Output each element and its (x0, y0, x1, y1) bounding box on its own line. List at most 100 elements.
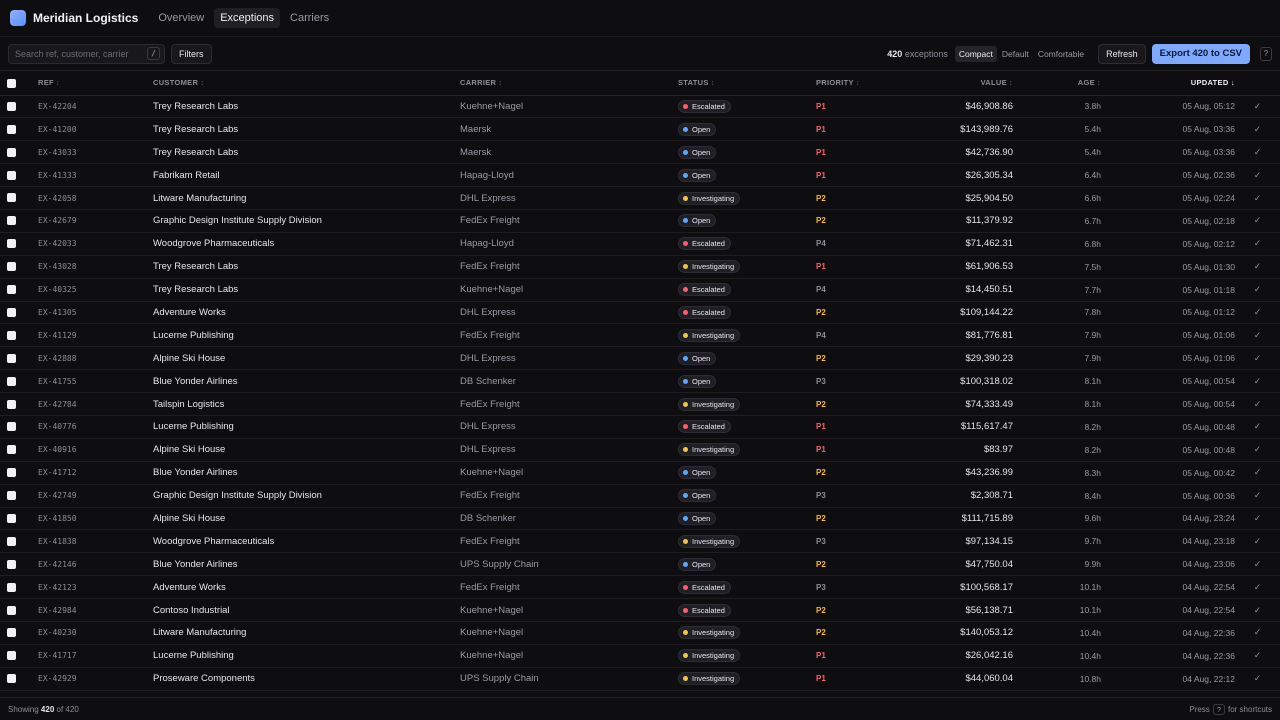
check-icon[interactable]: ✓ (1235, 507, 1280, 530)
row-ref[interactable]: EX-42679 (38, 209, 153, 232)
check-icon[interactable]: ✓ (1235, 576, 1280, 599)
table-row[interactable]: EX-40916 Alpine Ski House DHL Express Inves… (0, 438, 1280, 462)
row-checkbox[interactable] (7, 399, 16, 409)
row-checkbox[interactable] (7, 491, 16, 501)
filters-button[interactable]: Filters (171, 43, 212, 64)
row-ref[interactable]: EX-41755 (38, 370, 153, 393)
row-ref[interactable]: EX-41200 (38, 118, 153, 141)
row-checkbox[interactable] (7, 628, 16, 638)
check-icon[interactable]: ✓ (1235, 599, 1280, 622)
check-icon[interactable]: ✓ (1235, 324, 1280, 347)
check-icon[interactable]: ✓ (1235, 95, 1280, 118)
table-row[interactable]: EX-40776 Lucerne Publishing DHL Express Esc… (0, 415, 1280, 439)
row-ref[interactable]: EX-42984 (38, 599, 153, 622)
table-row[interactable]: EX-42033 Woodgrove Pharmaceuticals Hapag-L… (0, 232, 1280, 256)
row-ref[interactable]: EX-42784 (38, 393, 153, 416)
tab-exceptions[interactable]: Exceptions (214, 8, 281, 28)
row-checkbox[interactable] (7, 674, 16, 684)
row-checkbox[interactable] (7, 376, 16, 386)
check-icon[interactable]: ✓ (1235, 118, 1280, 141)
row-checkbox[interactable] (7, 101, 16, 111)
refresh-button[interactable]: Refresh (1098, 43, 1146, 64)
export-csv-button[interactable]: Export 420 to CSV (1151, 43, 1250, 64)
check-icon[interactable]: ✓ (1235, 347, 1280, 370)
row-ref[interactable]: EX-42033 (38, 232, 153, 255)
table-row[interactable]: EX-42984 Contoso Industrial Kuehne+Nagel Es… (0, 599, 1280, 622)
row-checkbox[interactable] (7, 353, 16, 363)
row-ref[interactable]: EX-40916 (38, 438, 153, 461)
table-row[interactable]: EX-43028 Trey Research Labs FedEx Freight I… (0, 255, 1280, 279)
row-ref[interactable]: EX-43028 (38, 255, 153, 278)
row-checkbox[interactable] (7, 422, 16, 432)
table-row[interactable]: EX-41755 Blue Yonder Airlines DB Schenker O… (0, 370, 1280, 393)
check-icon[interactable]: ✓ (1235, 393, 1280, 416)
row-ref[interactable]: EX-41333 (38, 164, 153, 187)
check-icon[interactable]: ✓ (1235, 301, 1280, 324)
header-status[interactable]: STATUS ↕ (678, 71, 816, 95)
row-checkbox[interactable] (7, 330, 16, 340)
row-ref[interactable]: EX-41712 (38, 461, 153, 484)
tab-carriers[interactable]: Carriers (284, 8, 335, 28)
row-checkbox[interactable] (7, 239, 16, 249)
table-row[interactable]: EX-40325 Trey Research Labs Kuehne+Nagel Es… (0, 278, 1280, 302)
help-icon[interactable]: ? (1260, 46, 1272, 61)
row-checkbox[interactable] (7, 285, 16, 295)
table-row[interactable]: EX-41717 Lucerne Publishing Kuehne+Nagel In… (0, 644, 1280, 668)
row-ref[interactable]: EX-42204 (38, 95, 153, 118)
row-checkbox[interactable] (7, 605, 16, 615)
row-ref[interactable]: EX-41838 (38, 530, 153, 553)
density-default[interactable]: Default (998, 46, 1033, 62)
table-row[interactable]: EX-41333 Fabrikam Retail Hapag-Lloyd Open P1… (0, 164, 1280, 187)
check-icon[interactable]: ✓ (1235, 278, 1280, 301)
check-icon[interactable]: ✓ (1235, 644, 1280, 667)
table-row[interactable]: EX-42929 Proseware Components UPS Supply C… (0, 667, 1280, 691)
row-ref[interactable]: EX-40325 (38, 278, 153, 301)
table-row[interactable]: EX-43033 Trey Research Labs Maersk Open P1 $4… (0, 141, 1280, 164)
row-ref[interactable]: EX-40230 (38, 621, 153, 644)
header-value[interactable]: VALUE ↕ (906, 71, 1013, 95)
row-checkbox[interactable] (7, 445, 16, 455)
row-checkbox[interactable] (7, 536, 16, 546)
row-ref[interactable]: EX-42123 (38, 576, 153, 599)
check-icon[interactable]: ✓ (1235, 209, 1280, 232)
check-icon[interactable]: ✓ (1235, 530, 1280, 553)
header-age[interactable]: AGE ↕ (1013, 71, 1101, 95)
check-icon[interactable]: ✓ (1235, 255, 1280, 278)
row-checkbox[interactable] (7, 147, 16, 157)
row-checkbox[interactable] (7, 651, 16, 661)
row-ref[interactable]: EX-41129 (38, 324, 153, 347)
check-icon[interactable]: ✓ (1235, 484, 1280, 507)
table-row[interactable]: EX-42679 Graphic Design Institute Supply … (0, 209, 1280, 233)
tab-overview[interactable]: Overview (152, 8, 210, 28)
table-row[interactable]: EX-42204 Trey Research Labs Kuehne+Nagel Es… (0, 95, 1280, 118)
select-all-checkbox[interactable] (7, 78, 16, 88)
row-ref[interactable]: EX-42146 (38, 553, 153, 576)
row-checkbox[interactable] (7, 262, 16, 272)
check-icon[interactable]: ✓ (1235, 370, 1280, 393)
table-row[interactable]: EX-42888 Alpine Ski House DHL Express Open P… (0, 347, 1280, 370)
row-ref[interactable]: EX-41717 (38, 644, 153, 667)
check-icon[interactable]: ✓ (1235, 164, 1280, 187)
table-row[interactable]: EX-40230 Litware Manufacturing Kuehne+Nage… (0, 621, 1280, 645)
check-icon[interactable]: ✓ (1235, 415, 1280, 438)
header-carrier[interactable]: CARRIER ↕ (460, 71, 678, 95)
row-ref[interactable]: EX-42888 (38, 347, 153, 370)
row-ref[interactable]: EX-42929 (38, 667, 153, 690)
table-row[interactable]: EX-41200 Trey Research Labs Maersk Open P1 $1… (0, 118, 1280, 141)
check-icon[interactable]: ✓ (1235, 438, 1280, 461)
header-ref[interactable]: REF ↕ (38, 71, 153, 95)
row-checkbox[interactable] (7, 559, 16, 569)
table-row[interactable]: EX-41850 Alpine Ski House DB Schenker Open P… (0, 507, 1280, 530)
check-icon[interactable]: ✓ (1235, 667, 1280, 690)
row-ref[interactable]: EX-43033 (38, 141, 153, 164)
check-icon[interactable]: ✓ (1235, 621, 1280, 644)
row-checkbox[interactable] (7, 124, 16, 134)
row-ref[interactable]: EX-42058 (38, 187, 153, 210)
table-row[interactable]: EX-41305 Adventure Works DHL Express Escala… (0, 301, 1280, 324)
density-compact[interactable]: Compact (954, 45, 997, 62)
table-row[interactable]: EX-41838 Woodgrove Pharmaceuticals FedEx F… (0, 530, 1280, 553)
row-checkbox[interactable] (7, 582, 16, 592)
table-row[interactable]: EX-42058 Litware Manufacturing DHL Express… (0, 187, 1280, 210)
check-icon[interactable]: ✓ (1235, 187, 1280, 210)
table-row[interactable]: EX-42784 Tailspin Logistics FedEx Freight I… (0, 393, 1280, 416)
